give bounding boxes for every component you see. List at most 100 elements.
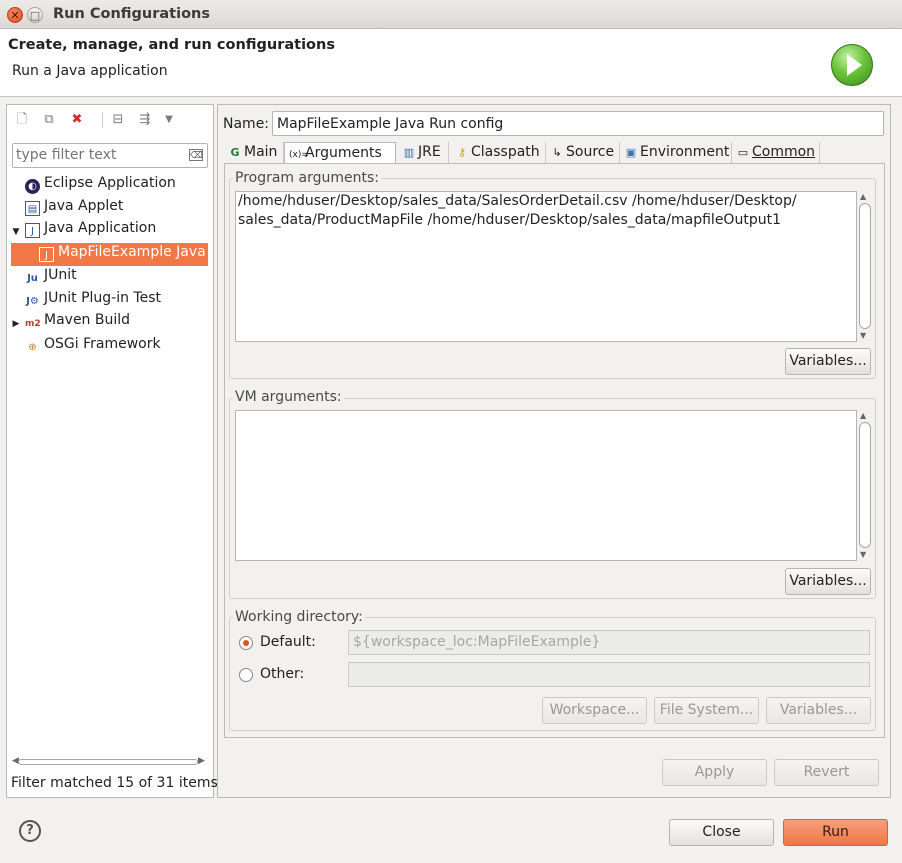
tree-expander[interactable] (11, 266, 21, 281)
other-label: Other: (260, 666, 305, 682)
tree-item-java-application[interactable]: ▼ J Java Application (11, 220, 208, 243)
program-variables-button[interactable]: Variables... (785, 348, 871, 375)
default-directory-field: ${workspace_loc:MapFileExample} (348, 630, 870, 655)
delete-config-icon[interactable]: ✖ (69, 112, 85, 128)
banner-title: Create, manage, and run configurations (8, 37, 335, 53)
tree-item-label: Eclipse Application (44, 175, 176, 191)
junit-icon: Ju (27, 273, 38, 284)
tab-source[interactable]: ↳ Source (546, 142, 620, 164)
tree-item-junit-plugin-test[interactable]: J⚙ JUnit Plug-in Test (11, 289, 208, 312)
name-label: Name: (223, 116, 270, 132)
main-icon: G (230, 146, 240, 159)
java-config-icon: J (39, 247, 54, 262)
filter-config-icon[interactable]: ⇶ (137, 112, 153, 128)
maven-icon: m2 (25, 319, 41, 329)
window-title: Run Configurations (53, 6, 210, 22)
tab-common[interactable]: ▭ Common (732, 142, 820, 164)
filter-field[interactable]: ⌫ (12, 143, 208, 168)
common-icon: ▭ (737, 146, 749, 159)
tree-item-label: Java Application (44, 220, 157, 236)
vm-arguments-label: VM arguments: (233, 389, 344, 405)
tree-item-maven-build[interactable]: ▶ m2 Maven Build (11, 312, 208, 335)
tree-item-label: Java Applet (44, 198, 124, 214)
banner-subtitle: Run a Java application (12, 63, 168, 79)
collapse-all-icon[interactable]: ⊟ (110, 112, 126, 128)
tab-arguments[interactable]: (x)=Arguments (284, 142, 396, 164)
source-icon: ↳ (552, 146, 562, 159)
window-close-button[interactable]: ✕ (7, 7, 23, 23)
tree-item-eclipse-application[interactable]: ◐ Eclipse Application (11, 174, 208, 197)
tree-item-label: OSGi Framework (44, 336, 161, 352)
window-minimize-button[interactable]: □ (27, 7, 43, 23)
clear-icon[interactable]: ⌫ (189, 149, 203, 161)
tree-expander[interactable]: ▼ (11, 225, 21, 240)
tab-label: JRE (418, 144, 441, 160)
new-config-icon[interactable]: 🗋 (14, 112, 30, 128)
tab-label: Arguments (305, 145, 382, 161)
tab-label: Environment (640, 144, 730, 160)
run-button[interactable]: Run (783, 819, 888, 846)
apply-button[interactable]: Apply (662, 759, 767, 786)
vm-arguments-scrollbar[interactable] (859, 422, 871, 548)
tab-label: Source (566, 144, 615, 160)
scroll-up-icon[interactable]: ▲ (860, 411, 866, 420)
workspace-button[interactable]: Workspace... (542, 697, 647, 724)
junit-plugin-icon: J⚙ (26, 296, 39, 307)
tree-item-label: Maven Build (44, 312, 131, 328)
tree-expander[interactable]: ▶ (11, 317, 21, 332)
revert-button[interactable]: Revert (774, 759, 879, 786)
java-app-icon: J (25, 223, 40, 238)
tab-bar: G Main (x)=Arguments ▥ JRE ⚷ Classpath ↳ Sou… (224, 142, 885, 164)
jre-icon: ▥ (403, 146, 415, 159)
tree-item-label: JUnit (44, 267, 77, 283)
environment-icon: ▣ (625, 146, 637, 159)
vm-arguments-textarea[interactable] (235, 410, 857, 561)
tab-environment[interactable]: ▣ Environment (620, 142, 732, 164)
other-radio[interactable] (239, 668, 253, 682)
program-arguments-label: Program arguments: (233, 170, 381, 186)
scroll-down-icon[interactable]: ▼ (860, 331, 866, 340)
tree-expander (25, 243, 35, 258)
filter-input[interactable] (13, 144, 183, 166)
help-icon[interactable]: ? (19, 820, 41, 842)
tab-jre[interactable]: ▥ JRE (398, 142, 449, 164)
tree-expander[interactable] (11, 197, 21, 212)
file-system-button[interactable]: File System... (654, 697, 759, 724)
tree-expander[interactable] (11, 289, 21, 304)
horizontal-scrollbar[interactable] (18, 759, 198, 765)
name-input[interactable] (272, 111, 884, 136)
scroll-right-icon[interactable]: ▶ (198, 756, 208, 766)
tree-item-osgi-framework[interactable]: ⊕ OSGi Framework (11, 335, 208, 358)
program-arguments-textarea[interactable]: /home/hduser/Desktop/sales_data/SalesOrd… (235, 191, 857, 342)
scroll-down-icon[interactable]: ▼ (860, 550, 866, 559)
vm-variables-button[interactable]: Variables... (785, 568, 871, 595)
tab-label: Classpath (471, 144, 540, 160)
other-directory-field[interactable] (348, 662, 870, 687)
tree-expander[interactable] (11, 174, 21, 189)
applet-icon: ▤ (25, 201, 40, 216)
tree-item-mapfileexample[interactable]: J MapFileExample Java R (11, 243, 208, 266)
default-radio[interactable] (239, 636, 253, 650)
tab-main[interactable]: G Main (224, 142, 284, 164)
filter-status: Filter matched 15 of 31 items (11, 775, 218, 791)
scroll-up-icon[interactable]: ▲ (860, 192, 866, 201)
working-dir-variables-button[interactable]: Variables... (766, 697, 871, 724)
tab-label: Common (752, 144, 816, 160)
toolbar-separator (102, 112, 103, 128)
tab-label: Main (244, 144, 278, 160)
tree-item-java-applet[interactable]: ▤ Java Applet (11, 197, 208, 220)
tab-classpath[interactable]: ⚷ Classpath (451, 142, 546, 164)
config-tree: ◐ Eclipse Application ▤ Java Applet ▼ J Java… (11, 174, 208, 358)
eclipse-icon: ◐ (25, 179, 40, 194)
duplicate-config-icon[interactable]: ⧉ (41, 112, 57, 128)
default-label: Default: (260, 634, 316, 650)
view-menu-chevron-down-icon[interactable]: ▼ (161, 112, 177, 128)
osgi-icon: ⊕ (28, 342, 37, 353)
close-button[interactable]: Close (669, 819, 774, 846)
tree-item-junit[interactable]: Ju JUnit (11, 266, 208, 289)
classpath-icon: ⚷ (457, 146, 467, 159)
tree-item-label: JUnit Plug-in Test (44, 290, 162, 306)
play-icon (847, 54, 862, 76)
program-arguments-scrollbar[interactable] (859, 203, 871, 329)
tree-expander[interactable] (11, 335, 21, 350)
